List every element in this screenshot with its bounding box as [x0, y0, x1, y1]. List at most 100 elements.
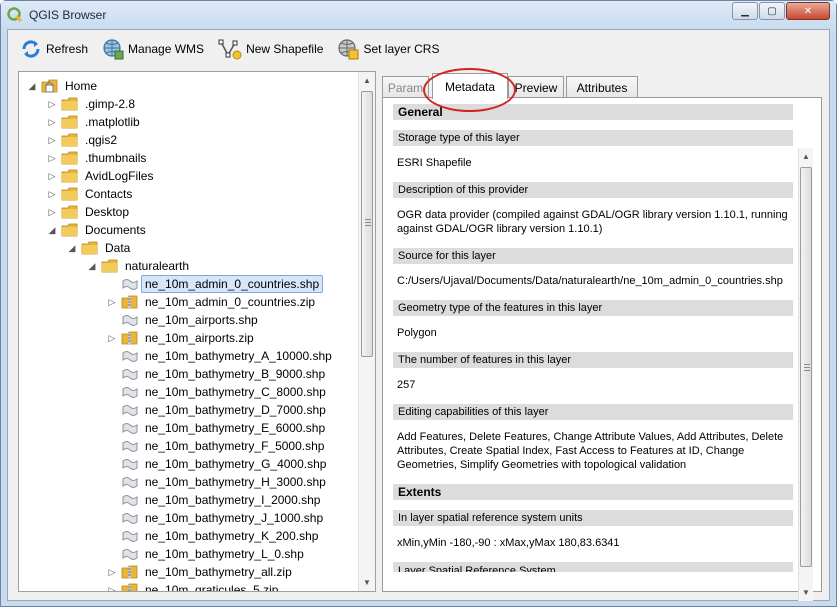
provider-description-header: Description of this provider: [393, 182, 793, 198]
collapsed-arrow-icon[interactable]: ▷: [47, 207, 57, 218]
tree-item-label: ne_10m_bathymetry_G_4000.shp: [145, 457, 327, 471]
tree-item[interactable]: ne_10m_bathymetry_C_8000.shp: [107, 383, 330, 401]
tree-item[interactable]: ▷ ne_10m_admin_0_countries.zip: [107, 293, 319, 311]
zip-archive-icon: [121, 294, 139, 310]
tree-item[interactable]: ne_10m_bathymetry_I_2000.shp: [107, 491, 324, 509]
details-pane: Param Metadata Preview Attributes Genera…: [382, 68, 822, 601]
tree-item[interactable]: ▷ Desktop: [47, 203, 133, 221]
collapsed-arrow-icon[interactable]: ▷: [47, 117, 57, 128]
file-browser-tree[interactable]: ◢ Home ▷ .gimp-2.8 ▷ .matplotlib ▷ .qgis2 ▷ .thum…: [18, 71, 376, 592]
tree-item[interactable]: ▷ ne_10m_airports.zip: [107, 329, 258, 347]
tree-item[interactable]: ne_10m_bathymetry_D_7000.shp: [107, 401, 330, 419]
collapsed-arrow-icon[interactable]: ▷: [107, 333, 117, 344]
collapsed-arrow-icon[interactable]: ▷: [47, 135, 57, 146]
collapsed-arrow-icon[interactable]: ▷: [47, 189, 57, 200]
tree-item-label: ne_10m_admin_0_countries.zip: [145, 295, 316, 309]
tree-item[interactable]: ne_10m_bathymetry_G_4000.shp: [107, 455, 330, 473]
tree-item-label: ne_10m_airports.zip: [145, 331, 254, 345]
title-bar[interactable]: QGIS Browser ▁ ▢ ✕: [1, 1, 836, 29]
close-button[interactable]: ✕: [786, 2, 830, 20]
expanded-arrow-icon[interactable]: ◢: [27, 81, 37, 92]
scroll-down-arrow-icon[interactable]: ▼: [359, 574, 375, 591]
expanded-arrow-icon[interactable]: ◢: [87, 261, 97, 272]
spatial-units-header: In layer spatial reference system units: [393, 510, 793, 526]
tree-item[interactable]: ▷ .matplotlib: [47, 113, 144, 131]
refresh-button[interactable]: Refresh: [16, 34, 92, 64]
metadata-scrollbar[interactable]: ▲ ▼: [798, 148, 813, 601]
tree-scrollbar[interactable]: ▲ ▼: [358, 72, 375, 591]
tree-item[interactable]: ▷ ne_10m_graticules_5.zip: [107, 581, 282, 592]
collapsed-arrow-icon[interactable]: ▷: [107, 567, 117, 578]
tree-item-label: ne_10m_bathymetry_D_7000.shp: [145, 403, 326, 417]
tree-item-label: Documents: [85, 223, 146, 237]
tab-preview[interactable]: Preview: [508, 76, 564, 98]
tree-item-label: ne_10m_bathymetry_E_6000.shp: [145, 421, 326, 435]
collapsed-arrow-icon[interactable]: ▷: [107, 585, 117, 592]
tree-item[interactable]: ▷ AvidLogFiles: [47, 167, 157, 185]
tree-item-label: .matplotlib: [85, 115, 140, 129]
tree-item[interactable]: ne_10m_bathymetry_F_5000.shp: [107, 437, 328, 455]
tree-item-label: Data: [105, 241, 131, 255]
tab-metadata[interactable]: Metadata: [432, 73, 508, 99]
tree-item-label: ne_10m_bathymetry_C_8000.shp: [145, 385, 326, 399]
vector-layer-icon: [121, 402, 139, 418]
window-title: QGIS Browser: [29, 8, 107, 22]
manage-wms-label: Manage WMS: [128, 42, 205, 56]
tree-item[interactable]: ▷ .qgis2: [47, 131, 121, 149]
maximize-button[interactable]: ▢: [759, 2, 785, 20]
tree-item[interactable]: ne_10m_bathymetry_K_200.shp: [107, 527, 322, 545]
tree-item[interactable]: ◢ naturalearth: [87, 257, 193, 275]
tree-item[interactable]: ne_10m_bathymetry_A_10000.shp: [107, 347, 336, 365]
tree-item-label: ne_10m_bathymetry_K_200.shp: [145, 529, 319, 543]
folder-icon: [61, 114, 79, 130]
provider-description-value: OGR data provider (compiled against GDAL…: [397, 209, 788, 235]
layer-source-header: Source for this layer: [393, 248, 793, 264]
vector-layer-icon: [121, 312, 139, 328]
tree-item[interactable]: ne_10m_airports.shp: [107, 311, 262, 329]
scroll-up-arrow-icon[interactable]: ▲: [359, 72, 375, 89]
metadata-scroll-up-icon[interactable]: ▲: [799, 148, 813, 165]
scroll-thumb[interactable]: [361, 91, 373, 357]
storage-type-value: ESRI Shapefile: [397, 157, 472, 169]
tab-attributes[interactable]: Attributes: [566, 76, 638, 98]
metadata-scroll-thumb[interactable]: [800, 167, 812, 567]
geometry-type-header: Geometry type of the features in this la…: [393, 300, 793, 316]
tree-item[interactable]: ▷ Contacts: [47, 185, 136, 203]
extents-header: Extents: [393, 484, 793, 500]
tree-item[interactable]: ne_10m_bathymetry_E_6000.shp: [107, 419, 329, 437]
tree-item[interactable]: ◢ Data: [67, 239, 134, 257]
vector-layer-icon: [121, 528, 139, 544]
tree-item[interactable]: ne_10m_bathymetry_L_0.shp: [107, 545, 308, 563]
folder-icon: [61, 222, 79, 238]
tree-item[interactable]: ◢ Documents: [47, 221, 150, 239]
tree-item[interactable]: ne_10m_admin_0_countries.shp: [107, 275, 324, 293]
tree-item[interactable]: ne_10m_bathymetry_H_3000.shp: [107, 473, 330, 491]
set-layer-crs-button[interactable]: Set layer CRS: [333, 34, 443, 64]
expanded-arrow-icon[interactable]: ◢: [67, 243, 77, 254]
zip-archive-icon: [121, 582, 139, 591]
collapsed-arrow-icon[interactable]: ▷: [47, 171, 57, 182]
minimize-button[interactable]: ▁: [732, 2, 758, 20]
new-shapefile-button[interactable]: New Shapefile: [214, 34, 327, 64]
layer-source-value: C:/Users/Ujaval/Documents/Data/naturalea…: [397, 275, 783, 287]
collapsed-arrow-icon[interactable]: ▷: [47, 153, 57, 164]
folder-icon: [61, 204, 79, 220]
tree-item-label: ne_10m_bathymetry_F_5000.shp: [145, 439, 325, 453]
metadata-scroll-down-icon[interactable]: ▼: [799, 584, 813, 601]
expanded-arrow-icon[interactable]: ◢: [47, 225, 57, 236]
tree-item[interactable]: ne_10m_bathymetry_B_9000.shp: [107, 365, 329, 383]
tree-item[interactable]: ▷ .thumbnails: [47, 149, 150, 167]
tab-param[interactable]: Param: [382, 76, 429, 98]
refresh-label: Refresh: [46, 42, 89, 56]
collapsed-arrow-icon[interactable]: ▷: [107, 297, 117, 308]
set-layer-crs-label: Set layer CRS: [363, 42, 440, 56]
collapsed-arrow-icon[interactable]: ▷: [47, 99, 57, 110]
tree-item[interactable]: ▷ .gimp-2.8: [47, 95, 139, 113]
new-shapefile-icon: [218, 39, 242, 60]
tree-item[interactable]: ◢ Home: [27, 77, 101, 95]
tree-item[interactable]: ne_10m_bathymetry_J_1000.shp: [107, 509, 327, 527]
folder-icon: [61, 132, 79, 148]
manage-wms-button[interactable]: Manage WMS: [98, 34, 208, 64]
tree-item[interactable]: ▷ ne_10m_bathymetry_all.zip: [107, 563, 296, 581]
qgis-logo-icon: [7, 7, 23, 23]
